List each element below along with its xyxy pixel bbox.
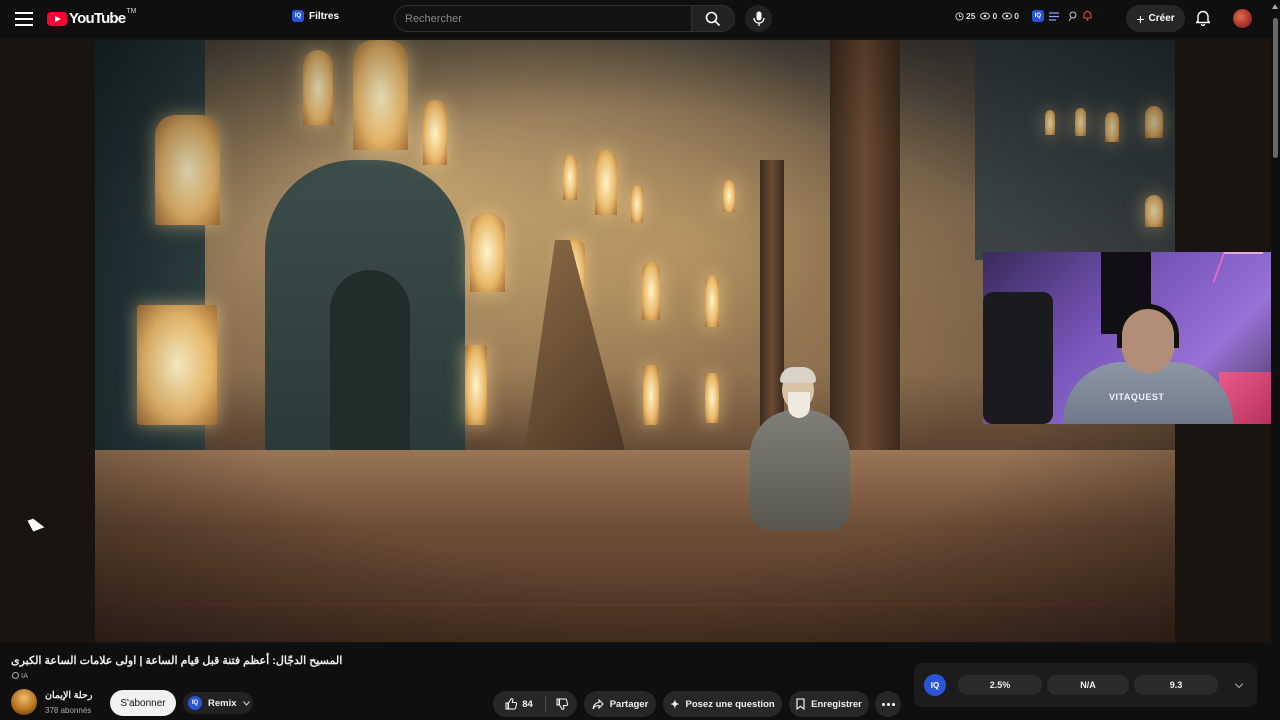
remix-button[interactable]: IQ Remix (183, 692, 253, 714)
logo-trademark: TM (126, 8, 137, 15)
alert-bell-icon[interactable] (1083, 11, 1092, 21)
metric-2[interactable]: N/A (1047, 675, 1129, 695)
eye-icon (980, 12, 991, 20)
hamburger-menu-icon[interactable] (14, 9, 34, 29)
like-button[interactable]: 84 (493, 691, 545, 717)
chevron-down-icon (242, 700, 250, 706)
iq-logo[interactable]: IQ (924, 674, 946, 696)
metric-3[interactable]: 9.3 (1134, 675, 1218, 695)
bookmark-icon (796, 698, 805, 710)
account-avatar[interactable] (1233, 9, 1252, 28)
remix-label: Remix (208, 697, 237, 709)
stat-value: 25 (966, 11, 976, 21)
thumbs-up-icon (505, 698, 518, 710)
stat-views-b[interactable]: 0 (1002, 11, 1019, 21)
share-icon (592, 698, 604, 709)
ai-label-text: IA (21, 671, 29, 680)
stat-value: 0 (1014, 11, 1019, 21)
voice-search-button[interactable] (745, 5, 772, 32)
notifications-button[interactable] (1194, 10, 1212, 31)
video-title: المسيح الدجّال: أعظم فتنة قبل قيام الساع… (11, 655, 343, 667)
more-actions-button[interactable] (875, 691, 901, 717)
youtube-logo[interactable]: YouTube TM (47, 8, 137, 27)
scrollbar-thumb[interactable] (1273, 18, 1278, 158)
top-bar: YouTube TM IQ Filtres 25 0 0 IQ + Créer (0, 0, 1280, 38)
ask-question-button[interactable]: ✦ Posez une question (663, 691, 782, 717)
share-button[interactable]: Partager (584, 691, 656, 717)
save-label: Enregistrer (811, 698, 862, 710)
flag-icon[interactable] (1068, 11, 1078, 21)
search-box[interactable] (394, 5, 692, 32)
scroll-up-arrow-icon[interactable] (1272, 4, 1278, 9)
filters-button[interactable]: IQ Filtres (292, 10, 339, 22)
stat-value: 0 (992, 11, 998, 21)
iq-remix-icon: IQ (188, 696, 202, 710)
channel-avatar[interactable] (11, 689, 37, 715)
search-input[interactable] (405, 12, 691, 25)
list-icon[interactable] (1048, 11, 1059, 21)
filters-label: Filtres (309, 10, 340, 22)
gaming-chair (983, 292, 1053, 424)
youtube-play-icon (47, 11, 67, 26)
share-label: Partager (609, 698, 649, 710)
like-dislike-group: 84 (493, 691, 577, 717)
notification-bell-icon (1194, 10, 1212, 27)
ai-label: IA (12, 671, 28, 680)
save-button[interactable]: Enregistrer (789, 691, 869, 717)
neon-light (1212, 252, 1264, 282)
clock-icon (955, 11, 964, 21)
webcam-overlay: VITAQUEST (983, 252, 1280, 424)
sparkle-icon: ✦ (670, 698, 680, 711)
create-button[interactable]: + Créer (1126, 5, 1185, 32)
ask-label: Posez une question (685, 698, 775, 710)
search-button[interactable] (692, 5, 735, 32)
create-label: Créer (1148, 13, 1175, 24)
channel-name[interactable]: رحلة الإيمان (45, 690, 92, 701)
iq-extension-icon[interactable]: IQ (1031, 10, 1044, 22)
search-icon (705, 11, 721, 26)
like-count: 84 (522, 698, 533, 710)
iq-badge-icon: IQ (292, 10, 304, 22)
stat-views-a[interactable]: 0 (980, 11, 997, 21)
plus-icon: + (1136, 10, 1145, 27)
logo-text: YouTube (69, 10, 126, 27)
extension-stats: 25 0 0 IQ (955, 10, 1092, 22)
info-icon (12, 672, 19, 679)
shirt-text: VITAQUEST (1109, 392, 1165, 402)
stat-watch-time[interactable]: 25 (955, 11, 975, 21)
subscribe-button[interactable]: S'abonner (110, 690, 176, 716)
dislike-button[interactable] (546, 691, 577, 717)
thumbs-down-icon (556, 698, 568, 710)
microphone-icon (752, 11, 765, 26)
metric-1[interactable]: 2.5% (958, 675, 1042, 695)
eye-icon (1002, 12, 1013, 20)
subscriber-count: 378 abonnés (45, 706, 92, 715)
